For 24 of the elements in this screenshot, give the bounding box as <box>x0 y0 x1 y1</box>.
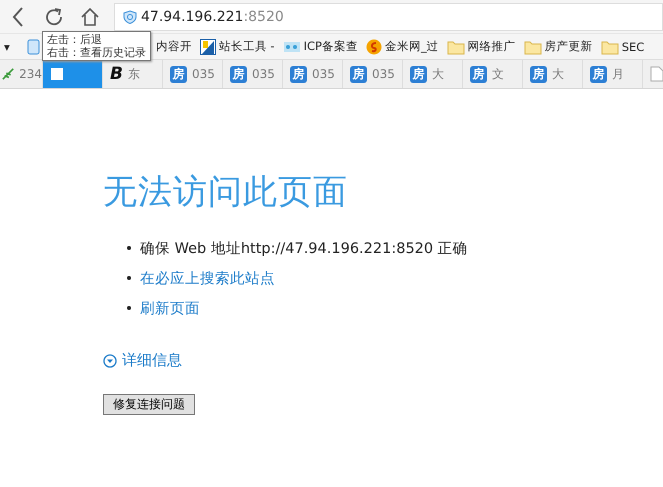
tab-title: 东 <box>128 66 140 82</box>
tab-badge: 房 <box>410 66 427 82</box>
tab-title: 文 <box>492 66 504 82</box>
tab-badge: 房 <box>350 66 367 82</box>
tab-title: 月 <box>612 66 624 82</box>
tab-badge: 房 <box>590 66 607 82</box>
error-title: 无法访问此页面 <box>103 171 349 214</box>
tab-badge: 房 <box>470 66 487 82</box>
tab-title: 035 <box>372 67 395 81</box>
tab-badge: 房 <box>230 66 247 82</box>
tab-title: 234 <box>19 67 42 81</box>
tooltip-line: 右击：查看历史记录 <box>47 46 146 59</box>
tab-badge: 房 <box>530 66 547 82</box>
address-text: 47.94.196.221:8520 <box>141 8 284 24</box>
tab-title: 035 <box>192 67 215 81</box>
tab-badge: 房 <box>290 66 307 82</box>
tab-title: 大 <box>432 66 444 82</box>
tab-badge: 房 <box>170 66 187 82</box>
tab-logo: B <box>110 64 123 84</box>
tooltip-line: 左击：后退 <box>47 33 103 46</box>
suggestion-text: 确保 Web 地址http://47.94.196.221:8520 正确 <box>140 240 468 258</box>
tab-title: 035 <box>252 67 275 81</box>
tab-title: 大 <box>552 66 564 82</box>
tab-title: 035 <box>312 67 335 81</box>
